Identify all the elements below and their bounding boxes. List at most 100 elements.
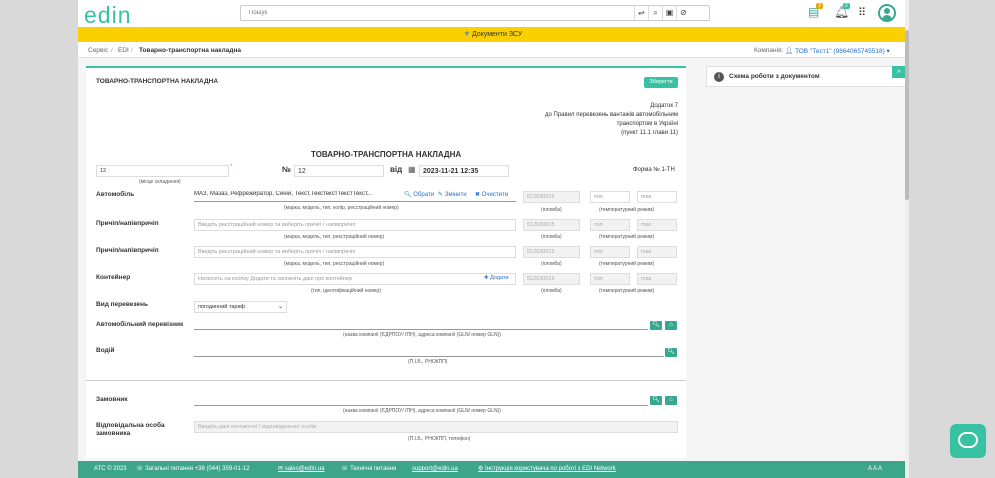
container-temp-max[interactable]: max [637,273,677,285]
vehicle-change-link[interactable]: ✎ Змінити [438,191,467,198]
footer-general: ☏ Загальні питання +38 (044) 359-01-12 [136,466,250,472]
driver-hint: (П.І.Б., РНОКПП) [408,359,448,365]
footer-email-link[interactable]: ✉ sales@edin.ua [278,461,325,478]
customer-home-button[interactable]: ⌂ [665,396,677,405]
save-search-icon[interactable]: ▣ [662,6,676,20]
vehicle-hint: (марка, модель, тип, колір, реєстраційни… [284,205,399,211]
breadcrumb: Сервіс / EDI / Товарно-транспортна накла… [78,42,908,58]
trailer-2-label: Причіп/напівпричіп [96,247,159,254]
save-button[interactable]: Зберегти [644,77,678,88]
appendix-line: до Правил перевезень вантажів автомобіль… [545,112,678,118]
temp-hint: (температурний режим) [599,234,655,240]
vehicle-value-text: МАЗ, Мазаз, Рефрежиратор, Синій, Текст,Т… [194,191,373,197]
customer-label: Замовник [96,396,128,403]
document-heading: ТОВАРНО-ТРАНСПОРТНА НАКЛАДНА [311,150,462,159]
customer-hint: (назва компанії (ЄДРПОУ/ ІПН), адреса ко… [343,408,501,414]
filter-icon[interactable]: ⇌ [634,6,648,20]
appendix-line: (пункт 11.1 глави 11) [621,130,678,136]
workflow-panel[interactable]: i Схема роботи з документом [706,66,906,87]
apps-grid-icon[interactable]: ⠿ [858,6,866,19]
number-input[interactable]: 12 [294,165,384,177]
avatar[interactable] [878,4,896,22]
temp-hint: (температурний режим) [599,261,655,267]
breadcrumb-current: Товарно-транспортна накладна [139,47,241,54]
trailer-1-temp-min[interactable]: min [590,219,630,231]
transport-type-select[interactable]: погодинний тариф ⌄ [194,301,287,313]
company-selector[interactable]: 👤︎ ТОВ "Тест1" (9864065745518) ▾ [785,47,890,55]
vehicle-select-link[interactable]: 🔍︎ Обрати [402,191,435,198]
footer-tech: ☏ Технічні питання [341,466,397,472]
scrollbar-thumb[interactable] [905,30,909,200]
vehicle-select-label: Обрати [413,192,435,198]
carrier-hint: (назва компанії (ЄДРПОУ/ ІПН), адреса ко… [343,332,501,338]
trailer-2-temp-min[interactable]: min [590,246,630,258]
container-add-label: Додати [490,275,509,281]
form-number: Форма № 1-ТН [633,167,675,173]
scrollbar-track[interactable] [905,0,909,478]
footer-guide-link[interactable]: ⚙ Інструкція користувача по роботі з EDI… [478,461,616,478]
breadcrumb-item-edi[interactable]: EDI [118,47,129,54]
temp-hint: (температурний режим) [599,207,655,213]
section-divider [86,380,686,381]
trailer-2-seal[interactable]: 512030015 [523,246,580,258]
footer-general-text: Загальні питання +38 (044) 359-01-12 [145,466,250,472]
calendar-icon[interactable]: ▦ [408,165,416,174]
container-input[interactable]: Натисніть на кнопку Додати та заповніть … [194,273,516,285]
vehicle-temp-max[interactable]: max [637,191,677,203]
date-input[interactable]: 2023-11-21 12:35 [419,165,509,177]
footer-tech-email-link[interactable]: support@edin.ua [412,461,458,478]
number-label: № [282,165,291,174]
vehicle-clear-label: Очистити [481,192,509,198]
appendix-line: Додаток 7 [650,103,678,109]
place-input[interactable]: 12 [96,165,229,177]
vehicle-label: Автомобіль [96,191,135,198]
top-bar: edin ⇌ ⌕ ▣ ⊘ ▤ 3 🔔︎ 2 ⠿ [78,0,908,29]
container-temp-min[interactable]: min [590,273,630,285]
required-mark: * [230,164,233,170]
trailer-2-input[interactable]: Введіть реєстраційний номер та виберіть … [194,246,516,258]
chat-button[interactable] [950,424,986,458]
container-seal[interactable]: 512030015 [523,273,580,285]
place-hint: (місце складання) [139,179,181,185]
appendix-line: транспортом в Україні [616,121,678,127]
container-add-button[interactable]: ✚ Додати [484,275,509,281]
workflow-title: Схема роботи з документом [729,73,820,80]
footer-email-text: sales@edin.ua [284,466,325,472]
workflow-expand-button[interactable]: » [892,66,906,78]
breadcrumb-item-service[interactable]: Сервіс [88,47,108,54]
search-icon[interactable]: ⌕ [648,6,662,20]
transport-type-value: погодинний тариф [198,304,246,310]
customer-underline[interactable] [194,405,648,406]
driver-search-button[interactable]: 🔍︎ [665,348,677,357]
vehicle-clear-link[interactable]: ✖ Очистити [475,191,509,198]
trailer-1-temp-max[interactable]: max [637,219,677,231]
clear-search-icon[interactable]: ⊘ [676,6,690,20]
seal-hint: (пломба) [541,261,562,267]
trailer-1-seal[interactable]: 512030015 [523,219,580,231]
vehicle-seal-input[interactable]: 512030015 [523,191,580,203]
responsible-input[interactable]: Введіть дані контактної / відповідальної… [194,421,678,433]
edin-logo[interactable]: edin [84,2,131,29]
footer-tech-label: Технічні питання [350,466,397,472]
panel-title: ТОВАРНО-ТРАНСПОРТНА НАКЛАДНА [96,78,219,85]
search-input[interactable] [241,6,621,20]
info-icon: i [714,72,724,82]
app-window: edin ⇌ ⌕ ▣ ⊘ ▤ 3 🔔︎ 2 ⠿ ⚜ Документи ЗСУ … [78,0,908,478]
carrier-search-button[interactable]: 🔍︎ [650,321,662,330]
vehicle-underline [194,201,516,202]
customer-search-button[interactable]: 🔍︎ [650,396,662,405]
footer-copyright: АТС © 2023 [94,466,127,472]
trailer-2-temp-max[interactable]: max [637,246,677,258]
driver-underline[interactable] [194,356,664,357]
vehicle-temp-min[interactable]: min [590,191,630,203]
carrier-label: Автомобільний перевізник [96,321,184,328]
date-label: від [390,165,403,174]
trailer-1-input[interactable]: Введіть реєстраційний номер та виберіть … [194,219,516,231]
font-size-control[interactable]: A A A [868,461,882,478]
carrier-home-button[interactable]: ⌂ [665,321,677,330]
document-panel: ТОВАРНО-ТРАНСПОРТНА НАКЛАДНА Зберегти До… [86,66,686,458]
zsu-banner[interactable]: ⚜ Документи ЗСУ [78,27,908,42]
carrier-underline[interactable] [194,329,648,330]
chat-icon [958,432,978,448]
transport-type-label: Вид перевезень [96,301,148,308]
